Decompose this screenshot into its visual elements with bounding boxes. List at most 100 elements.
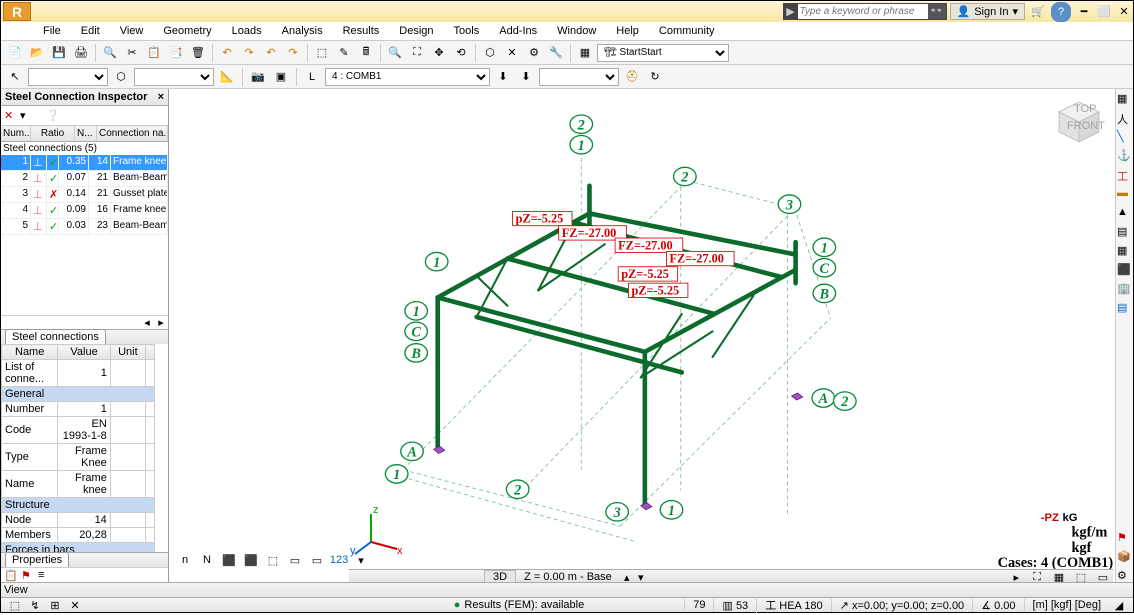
copy-icon[interactable]: 📋 [4, 569, 18, 583]
minimize-icon[interactable]: ━ [1077, 5, 1091, 19]
vt8-icon[interactable]: 123 [329, 550, 349, 570]
undo-icon[interactable]: ↶ [217, 43, 237, 63]
preview-icon[interactable]: 🔍 [100, 43, 120, 63]
menu-tools[interactable]: Tools [444, 23, 490, 39]
pan-rotate-icon[interactable]: ✥ [429, 43, 449, 63]
flag2-icon[interactable]: ⚑ [1117, 531, 1132, 546]
menu-design[interactable]: Design [389, 23, 443, 39]
print-icon[interactable]: 🖨 [71, 43, 91, 63]
table1-icon[interactable]: ▤ [1117, 225, 1132, 240]
menu-results[interactable]: Results [333, 23, 390, 39]
ph-name[interactable]: Name [2, 345, 58, 360]
wrench-icon[interactable]: 🔧 [546, 43, 566, 63]
sb3-icon[interactable]: ⊞ [45, 595, 65, 615]
orbit-icon[interactable]: ⟲ [451, 43, 471, 63]
play-icon[interactable]: ▶ [784, 5, 798, 19]
menu-community[interactable]: Community [649, 23, 725, 39]
snap-icon[interactable]: ⬡ [480, 43, 500, 63]
vt1-icon[interactable]: n [175, 550, 195, 570]
menu-window[interactable]: Window [547, 23, 606, 39]
anchor-icon[interactable]: ⚓ [1117, 149, 1132, 164]
resize-grip-icon[interactable]: ◢ [1109, 595, 1129, 615]
ibeam-icon[interactable]: 工 [1117, 168, 1132, 183]
loads2-icon[interactable]: ⬇ [516, 67, 536, 87]
undo2-icon[interactable]: ↶ [261, 43, 281, 63]
table-row[interactable]: 5 ⊥ ✓ 0.03 23 Beam-Beam [1, 219, 168, 235]
helmet-icon[interactable]: ⛑ [622, 67, 642, 87]
edit-icon[interactable]: ✎ [334, 43, 354, 63]
mode-select[interactable] [539, 68, 619, 86]
building-icon[interactable]: 🏢 [1117, 282, 1132, 297]
prop-icon[interactable]: ⚙ [524, 43, 544, 63]
layout-combo-icon[interactable]: ▦ [575, 43, 595, 63]
redo2-icon[interactable]: ↷ [283, 43, 303, 63]
load-case-select[interactable]: 4 : COMB1 [325, 68, 490, 86]
flag-icon[interactable]: ⚑ [21, 569, 35, 583]
vt6-icon[interactable]: ▭ [285, 550, 305, 570]
new-icon[interactable]: 📄 [5, 43, 25, 63]
copy-view-icon[interactable]: ▣ [271, 67, 291, 87]
table-row[interactable]: 2 ⊥ ✓ 0.07 21 Beam-Beam [1, 171, 168, 187]
arrow-select-icon[interactable]: ↖ [5, 67, 25, 87]
menu-edit[interactable]: Edit [71, 23, 110, 39]
vt7-icon[interactable]: ▭ [307, 550, 327, 570]
maximize-icon[interactable]: ⬜ [1097, 5, 1111, 19]
close-icon[interactable]: ✕ [1117, 5, 1131, 19]
table-row[interactable]: 1 ⊥ ✓ 0.35 14 Frame knee [1, 155, 168, 171]
menu-addins[interactable]: Add-Ins [489, 23, 547, 39]
zoom-window-icon[interactable]: 🔍 [385, 43, 405, 63]
col-ratio[interactable]: Ratio [31, 126, 75, 141]
list-icon[interactable]: ≡ [38, 569, 52, 583]
signin-button[interactable]: 👤 Sign In ▾ [950, 3, 1025, 20]
box-icon[interactable]: 📦 [1117, 550, 1132, 565]
calc-icon[interactable]: 🖩 [356, 43, 376, 63]
help-blue-icon[interactable]: ❔ [46, 109, 60, 123]
loads-icon[interactable]: ⬇ [493, 67, 513, 87]
vt5-icon[interactable]: ⬚ [263, 550, 283, 570]
paste-icon[interactable]: 📑 [166, 43, 186, 63]
window-icon[interactable]: ⬚ [312, 43, 332, 63]
refresh-icon[interactable]: ↻ [645, 67, 665, 87]
menu-help[interactable]: Help [606, 23, 649, 39]
layout-select[interactable]: 🏗 StartStart [597, 44, 729, 62]
ph-unit[interactable]: Unit [110, 345, 145, 360]
axis-icon[interactable]: ✕ [502, 43, 522, 63]
material-icon[interactable]: ▬ [1117, 187, 1132, 202]
dropdown-icon[interactable]: ▾ [20, 109, 34, 123]
tab-properties[interactable]: Properties [5, 552, 69, 567]
close-panel-icon[interactable]: × [158, 91, 164, 103]
node-select-icon[interactable]: ⬡ [111, 67, 131, 87]
col-conn-name[interactable]: Connection na... [97, 126, 168, 141]
line-icon[interactable]: ╲ [1117, 130, 1132, 145]
render-icon[interactable]: ⬛ [1117, 263, 1132, 278]
measure-icon[interactable]: 📐 [217, 67, 237, 87]
cart-icon[interactable]: 🛒 [1028, 2, 1048, 22]
open-icon[interactable]: 📂 [27, 43, 47, 63]
redo-icon[interactable]: ↷ [239, 43, 259, 63]
view-3d[interactable]: pZ=-5.25 FZ=-27.00 FZ=-27.00 FZ=-27.00 p… [169, 89, 1133, 584]
delete-red-icon[interactable]: ✕ [4, 109, 18, 123]
tab-steel-connections[interactable]: Steel connections [5, 329, 106, 344]
col-node[interactable]: N... [75, 126, 97, 141]
vt2-icon[interactable]: N [197, 550, 217, 570]
axis-icon[interactable]: 人 [1117, 111, 1132, 126]
sb1-icon[interactable]: ⬚ [5, 595, 25, 615]
spreadsheet-icon[interactable]: ▤ [1117, 301, 1132, 316]
selection-combo2[interactable] [134, 68, 214, 86]
grid-icon[interactable]: ▦ [1117, 92, 1132, 107]
menu-analysis[interactable]: Analysis [272, 23, 333, 39]
scroll-left-icon[interactable]: ◂ [140, 316, 154, 329]
sb4-icon[interactable]: ✕ [65, 595, 85, 615]
table-row[interactable]: 4 ⊥ ✓ 0.09 16 Frame knee [1, 203, 168, 219]
search-input[interactable] [798, 4, 928, 19]
copy-icon[interactable]: 📋 [144, 43, 164, 63]
sb2-icon[interactable]: ↯ [25, 595, 45, 615]
selection-combo1[interactable] [28, 68, 108, 86]
col-num[interactable]: Num... [1, 126, 31, 141]
table2-icon[interactable]: ▦ [1117, 244, 1132, 259]
menu-view[interactable]: View [110, 23, 154, 39]
delete-icon[interactable]: 🗑 [188, 43, 208, 63]
menu-loads[interactable]: Loads [222, 23, 272, 39]
support-icon[interactable]: ▲ [1117, 206, 1132, 221]
vt9-icon[interactable]: ▾ [351, 550, 371, 570]
